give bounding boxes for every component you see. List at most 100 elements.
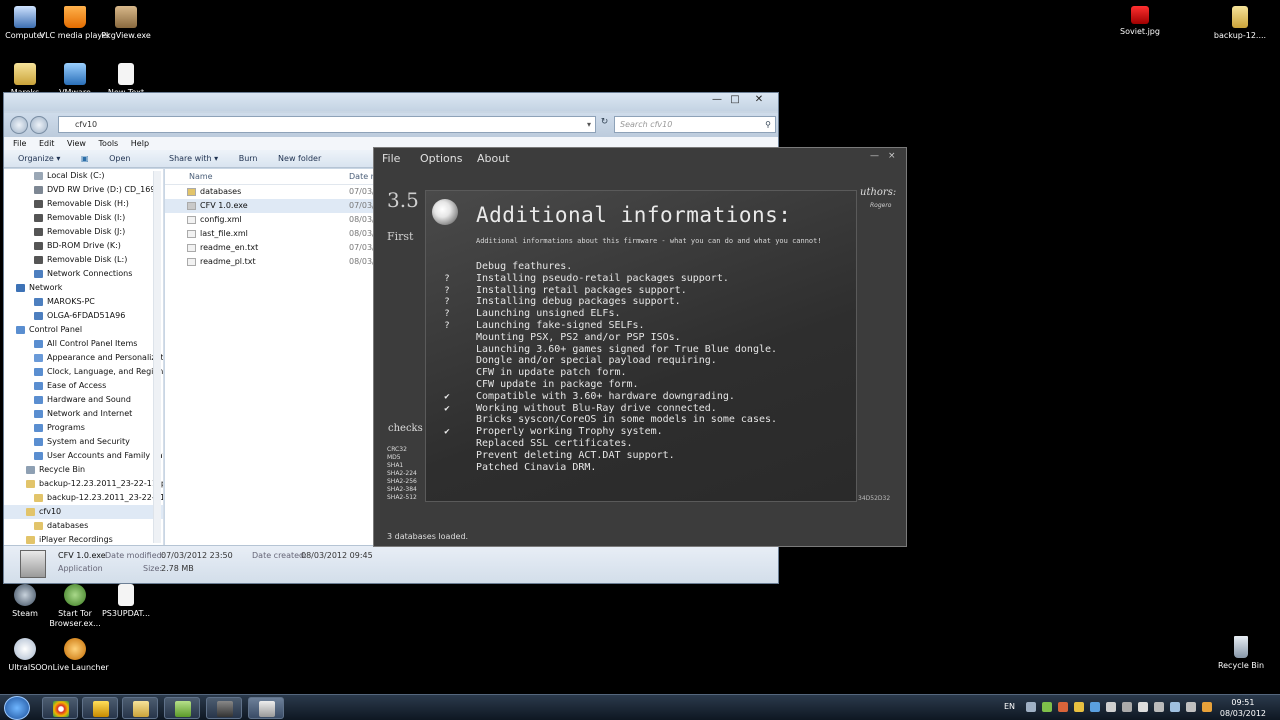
search-icon[interactable]: ⚲: [765, 117, 771, 132]
file-icon: [187, 230, 196, 238]
nav-item[interactable]: Ease of Access: [4, 379, 163, 393]
nav-item[interactable]: Hardware and Sound: [4, 393, 163, 407]
forward-button[interactable]: [30, 116, 48, 134]
menu-file[interactable]: File: [13, 139, 26, 148]
nav-item-icon: [34, 339, 43, 348]
navigation-scrollbar[interactable]: [153, 171, 161, 543]
cfv-menu-file[interactable]: File: [382, 152, 400, 165]
column-name[interactable]: Name: [189, 169, 213, 185]
search-input[interactable]: Search cfv10 ⚲: [614, 116, 776, 133]
tray-icon[interactable]: [1026, 702, 1036, 712]
nav-item[interactable]: Control Panel: [4, 323, 163, 337]
nav-item[interactable]: MAROKS-PC: [4, 295, 163, 309]
nav-item[interactable]: Clock, Language, and Region: [4, 365, 163, 379]
nav-item-icon: [34, 451, 43, 460]
nav-item[interactable]: User Accounts and Family Saf: [4, 449, 163, 463]
nav-item[interactable]: databases: [4, 519, 163, 533]
nav-item[interactable]: OLGA-6FDAD51A96: [4, 309, 163, 323]
open-button[interactable]: ▣ Open: [81, 154, 148, 163]
checkmark-icon: ✔: [444, 403, 450, 414]
clock[interactable]: 09:51 08/03/2012: [1220, 697, 1266, 719]
close-icon[interactable]: ×: [888, 151, 896, 161]
menu-edit[interactable]: Edit: [39, 139, 55, 148]
start-button[interactable]: [4, 696, 30, 720]
desktop-icon-soviet[interactable]: Soviet.jpg: [1104, 6, 1176, 37]
taskbar-explorer[interactable]: [122, 697, 158, 719]
tray-icon[interactable]: [1202, 702, 1212, 712]
nav-item[interactable]: Network and Internet: [4, 407, 163, 421]
taskbar-notepad[interactable]: [164, 697, 200, 719]
back-button[interactable]: [10, 116, 28, 134]
address-field[interactable]: cfv10 ▾: [58, 116, 596, 133]
minimize-icon[interactable]: —: [870, 151, 879, 161]
desktop-icon-label: Recycle Bin: [1217, 661, 1265, 670]
menu-view[interactable]: View: [67, 139, 86, 148]
nav-item[interactable]: System and Security: [4, 435, 163, 449]
taskbar-app-5[interactable]: [206, 697, 242, 719]
open-label: Open: [109, 154, 131, 163]
chevron-down-icon[interactable]: ▾: [587, 117, 591, 132]
network-icon[interactable]: [1170, 702, 1180, 712]
burn-button[interactable]: Burn: [239, 154, 258, 163]
nav-item[interactable]: Network Connections: [4, 267, 163, 281]
nav-item[interactable]: DVD RW Drive (D:) CD_169S: [4, 183, 163, 197]
refresh-icon[interactable]: ↻: [598, 117, 611, 132]
nav-item[interactable]: Removable Disk (L:): [4, 253, 163, 267]
tray-icon[interactable]: [1106, 702, 1116, 712]
tray-icon[interactable]: [1154, 702, 1164, 712]
nav-item[interactable]: Removable Disk (I:): [4, 211, 163, 225]
desktop-icon-backup[interactable]: backup-12....: [1204, 6, 1276, 41]
organize-button[interactable]: Organize ▾: [18, 154, 60, 163]
taskbar-app-2[interactable]: [82, 697, 118, 719]
feature-text: Installing retail packages support.: [476, 284, 687, 296]
cfv-menu-about[interactable]: About: [477, 152, 510, 165]
nav-item[interactable]: Removable Disk (H:): [4, 197, 163, 211]
nav-item[interactable]: Network: [4, 281, 163, 295]
feature-text: Launching 3.60+ games signed for True Bl…: [476, 343, 778, 355]
nav-item[interactable]: Local Disk (C:): [4, 169, 163, 183]
maximize-icon[interactable]: □: [726, 93, 744, 107]
new-folder-button[interactable]: New folder: [278, 154, 321, 163]
tray-icon[interactable]: [1090, 702, 1100, 712]
nav-item[interactable]: Recycle Bin: [4, 463, 163, 477]
details-created-label: Date created:: [252, 551, 307, 560]
nav-item-label: Hardware and Sound: [47, 395, 131, 404]
tray-icon[interactable]: [1122, 702, 1132, 712]
menu-help[interactable]: Help: [131, 139, 149, 148]
nav-item-label: BD-ROM Drive (K:): [47, 241, 121, 250]
feature-text: Launching fake-signed SELFs.: [476, 320, 645, 331]
cfv-menu-options[interactable]: Options: [420, 152, 462, 165]
nav-item-label: backup-12.23.2011_23-22-11_pla: [39, 479, 163, 488]
explorer-title-bar[interactable]: — □ ✕: [4, 93, 778, 111]
desktop-icon-onlive[interactable]: OnLive Launcher: [39, 638, 111, 673]
nav-item-label: iPlayer Recordings: [39, 535, 113, 544]
nav-item[interactable]: Programs: [4, 421, 163, 435]
tray-icon[interactable]: [1074, 702, 1084, 712]
menu-tools[interactable]: Tools: [99, 139, 119, 148]
nav-item[interactable]: All Control Panel Items: [4, 337, 163, 351]
nav-item[interactable]: cfv10: [4, 505, 163, 519]
minimize-icon[interactable]: —: [708, 93, 726, 107]
nav-item[interactable]: iPlayer Recordings: [4, 533, 163, 545]
tray-icon[interactable]: [1042, 702, 1052, 712]
tray-icon[interactable]: [1138, 702, 1148, 712]
nav-item[interactable]: Appearance and Personalizati: [4, 351, 163, 365]
desktop-icon-ps3update[interactable]: PS3UPDAT...: [90, 584, 162, 619]
language-indicator[interactable]: EN: [1004, 702, 1015, 711]
nav-item[interactable]: Removable Disk (J:): [4, 225, 163, 239]
desktop-icon-recycle-bin[interactable]: Recycle Bin: [1205, 636, 1277, 671]
volume-icon[interactable]: [1186, 702, 1196, 712]
nav-item-icon: [26, 465, 35, 474]
nav-item[interactable]: backup-12.23.2011_23-22-11_p: [4, 491, 163, 505]
taskbar-chrome[interactable]: [42, 697, 78, 719]
nav-item-icon: [34, 213, 43, 222]
taskbar-cfv[interactable]: [248, 697, 284, 719]
nav-item[interactable]: backup-12.23.2011_23-22-11_pla: [4, 477, 163, 491]
share-with-button[interactable]: Share with ▾: [169, 154, 218, 163]
desktop-icon-pkgview[interactable]: PkgView.exe: [90, 6, 162, 41]
desktop-icon-label: OnLive Launcher: [41, 663, 109, 672]
close-icon[interactable]: ✕: [750, 93, 768, 107]
details-pane: CFV 1.0.exe Date modified: 07/03/2012 23…: [4, 545, 778, 583]
tray-icon[interactable]: [1058, 702, 1068, 712]
nav-item[interactable]: BD-ROM Drive (K:): [4, 239, 163, 253]
